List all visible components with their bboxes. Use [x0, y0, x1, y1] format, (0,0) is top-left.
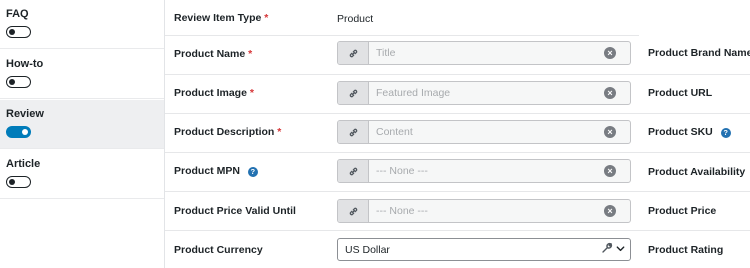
link-icon — [349, 167, 357, 175]
link-icon — [349, 49, 357, 57]
help-icon[interactable]: ? — [720, 128, 731, 138]
link-icon — [349, 128, 357, 136]
row-divider — [165, 113, 750, 114]
wrench-icon[interactable] — [601, 242, 613, 254]
toggle-knob — [22, 128, 28, 135]
toggle-knob — [9, 78, 15, 85]
product-currency-value: US Dollar — [345, 244, 390, 256]
toggle-knob — [9, 28, 15, 35]
product-image-text: Product Image — [174, 87, 247, 99]
help-icon[interactable]: ? — [247, 167, 258, 177]
clear-icon[interactable]: × — [604, 165, 616, 177]
clear-icon[interactable]: × — [604, 47, 616, 59]
select-icons — [601, 242, 626, 254]
product-description-field[interactable]: Content × — [337, 120, 631, 144]
product-price-valid-until-field[interactable]: --- None --- × — [337, 199, 631, 223]
schema-item-faq[interactable]: FAQ — [0, 0, 164, 49]
product-sku-label: Product SKU ? — [648, 126, 731, 138]
faq-toggle[interactable] — [6, 26, 31, 38]
clear-icon[interactable]: × — [604, 126, 616, 138]
product-name-field[interactable]: Title × — [337, 41, 631, 65]
review-item-type-value: Product — [337, 13, 374, 25]
product-mpn-label: Product MPN ? — [174, 165, 258, 177]
product-name-text: Product Name — [174, 48, 246, 60]
product-name-placeholder: Title — [376, 47, 396, 59]
link-button[interactable] — [338, 82, 369, 104]
product-currency-label: Product Currency — [174, 244, 263, 256]
product-brand-name-label: Product Brand Name — [648, 47, 750, 59]
schema-label-faq: FAQ — [6, 8, 29, 20]
product-price-valid-until-text: Product Price Valid Until — [174, 205, 296, 217]
howto-toggle[interactable] — [6, 76, 31, 88]
product-url-label: Product URL — [648, 87, 713, 99]
chevron-down-icon[interactable] — [615, 243, 626, 254]
article-toggle[interactable] — [6, 176, 31, 188]
clear-icon[interactable]: × — [604, 205, 616, 217]
link-button[interactable] — [338, 160, 369, 182]
product-description-text: Product Description — [174, 126, 275, 138]
product-price-valid-until-label: Product Price Valid Until — [174, 205, 296, 217]
schema-label-article: Article — [6, 158, 41, 170]
product-description-placeholder: Content — [376, 126, 413, 138]
link-button[interactable] — [338, 121, 369, 143]
product-mpn-text: Product MPN — [174, 165, 240, 177]
link-button[interactable] — [338, 200, 369, 222]
required-mark: * — [248, 48, 253, 60]
link-button[interactable] — [338, 42, 369, 64]
row-divider — [165, 35, 639, 36]
review-item-type-label: Review Item Type * — [174, 12, 268, 24]
product-currency-select[interactable]: US Dollar — [337, 238, 631, 261]
product-price-label: Product Price — [648, 205, 717, 217]
link-icon — [349, 89, 357, 97]
schema-item-article[interactable]: Article — [0, 150, 164, 199]
clear-icon[interactable]: × — [604, 87, 616, 99]
product-price-valid-until-placeholder: --- None --- — [376, 205, 428, 217]
schema-label-review: Review — [6, 108, 44, 120]
review-fields-panel: Review Item Type * Product Product Name … — [165, 0, 750, 268]
row-divider — [165, 230, 750, 231]
product-image-field[interactable]: Featured Image × — [337, 81, 631, 105]
link-icon — [349, 207, 357, 215]
product-description-label: Product Description * — [174, 126, 281, 138]
schema-label-howto: How-to — [6, 58, 44, 70]
row-divider — [165, 152, 750, 153]
review-item-type-text: Review Item Type — [174, 12, 262, 24]
product-mpn-field[interactable]: --- None --- × — [337, 159, 631, 183]
required-mark: * — [277, 126, 282, 138]
schema-item-review[interactable]: Review — [0, 100, 164, 149]
row-divider — [165, 74, 750, 75]
product-rating-label: Product Rating — [648, 244, 724, 256]
product-image-placeholder: Featured Image — [376, 87, 451, 99]
product-currency-text: Product Currency — [174, 244, 263, 256]
schema-type-sidebar: FAQ How-to Review Article — [0, 0, 165, 268]
required-mark: * — [249, 87, 254, 99]
product-mpn-placeholder: --- None --- — [376, 165, 428, 177]
required-mark: * — [264, 12, 269, 24]
row-divider — [165, 191, 750, 192]
review-toggle[interactable] — [6, 126, 31, 138]
product-image-label: Product Image * — [174, 87, 254, 99]
product-sku-text: Product SKU — [648, 126, 713, 138]
toggle-knob — [9, 178, 15, 185]
product-availability-label: Product Availability — [648, 166, 746, 178]
product-name-label: Product Name * — [174, 48, 252, 60]
schema-item-howto[interactable]: How-to — [0, 50, 164, 99]
